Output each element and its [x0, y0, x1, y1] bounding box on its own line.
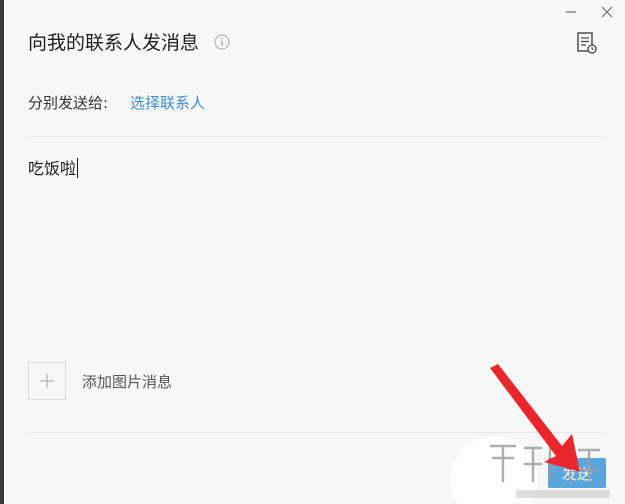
- plus-icon: [40, 374, 54, 388]
- minimize-icon: [566, 11, 576, 13]
- document-icon[interactable]: [576, 31, 598, 55]
- dialog-title: 向我的联系人发消息: [28, 32, 200, 54]
- message-dialog: 向我的联系人发消息 分别发送给: 选择联系人 吃饭啦 添加图片消息 发送: [4, 0, 625, 504]
- message-text: 吃饭啦: [28, 159, 77, 178]
- recipient-label: 分别发送给:: [28, 94, 109, 112]
- close-icon: [601, 6, 613, 18]
- send-button[interactable]: 发送: [548, 458, 606, 488]
- add-image-button[interactable]: [28, 362, 66, 400]
- info-icon[interactable]: [214, 34, 230, 50]
- divider: [28, 432, 604, 433]
- select-contacts-link[interactable]: 选择联系人: [130, 92, 205, 114]
- add-image-label[interactable]: 添加图片消息: [82, 371, 172, 393]
- divider: [28, 136, 604, 137]
- minimize-button[interactable]: [560, 2, 582, 22]
- close-button[interactable]: [596, 2, 618, 22]
- message-input[interactable]: 吃饭啦: [28, 158, 588, 328]
- text-caret: [77, 158, 79, 178]
